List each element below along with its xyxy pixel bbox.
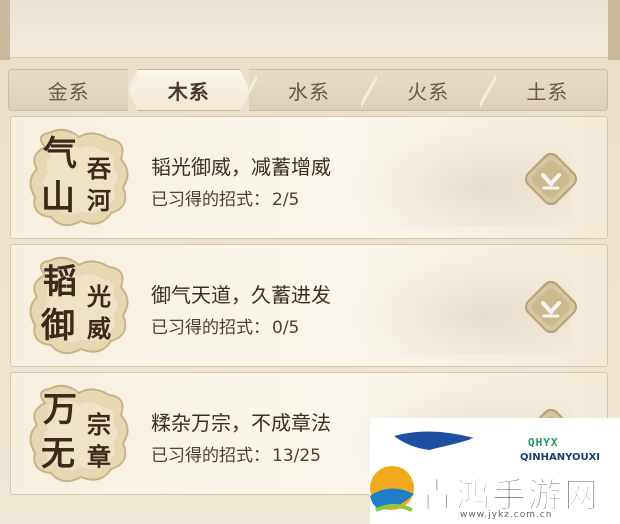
emblem-char: 御 bbox=[41, 306, 75, 346]
tab-earth[interactable]: 土系 bbox=[479, 69, 609, 112]
watermark-sub: QINHANYOUXI bbox=[520, 452, 601, 463]
progress-label: 已习得的招式： bbox=[151, 318, 270, 338]
tab-fire[interactable]: 火系 bbox=[360, 69, 488, 112]
panel-frame-left bbox=[0, 0, 10, 60]
skill-progress: 已习得的招式： 2/5 bbox=[151, 185, 299, 210]
emblem-char: 万 bbox=[43, 390, 77, 430]
emblem-char: 宗 bbox=[87, 410, 111, 439]
progress-value: 13/25 bbox=[272, 446, 321, 466]
tab-wood[interactable]: 木系 bbox=[128, 69, 250, 111]
expand-button[interactable] bbox=[519, 147, 583, 211]
skill-card[interactable]: 韬 御 光 威 御气天道，久蓄进发 已习得的招式： 0/5 bbox=[10, 244, 608, 367]
emblem-char: 气 bbox=[43, 134, 77, 174]
skill-progress: 已习得的招式： 13/25 bbox=[151, 441, 321, 466]
panel-header-band bbox=[10, 0, 608, 58]
emblem-char: 威 bbox=[87, 314, 111, 343]
emblem-char: 河 bbox=[87, 186, 111, 215]
progress-label: 已习得的招式： bbox=[151, 446, 270, 466]
progress-label: 已习得的招式： bbox=[151, 190, 270, 210]
emblem-char: 山 bbox=[41, 178, 75, 218]
tab-water[interactable]: 水系 bbox=[241, 69, 369, 112]
emblem-char: 光 bbox=[87, 282, 111, 311]
chevron-down-diamond-icon bbox=[525, 281, 577, 333]
chevron-down-diamond-icon bbox=[525, 153, 577, 205]
skill-title: 御气天道，久蓄进发 bbox=[151, 283, 331, 307]
progress-value: 2/5 bbox=[272, 190, 300, 210]
watermark: QHYX QINHANYOUXI 青鸿手游网 www.jykz.com.cn bbox=[370, 418, 620, 524]
panel-frame-right bbox=[608, 0, 620, 60]
cloud-badge-icon: 韬 御 光 威 bbox=[25, 255, 135, 359]
emblem-char: 无 bbox=[41, 434, 75, 474]
emblem-char: 韬 bbox=[43, 262, 77, 302]
cloud-badge-icon: 气 山 吞 河 bbox=[25, 127, 135, 231]
skill-title: 韬光御威，减蓄增威 bbox=[151, 155, 331, 179]
tab-metal[interactable]: 金系 bbox=[8, 69, 129, 111]
skill-progress: 已习得的招式： 0/5 bbox=[151, 313, 299, 338]
progress-value: 0/5 bbox=[272, 318, 300, 338]
emblem-char: 章 bbox=[87, 442, 111, 471]
emblem-char: 吞 bbox=[87, 154, 111, 183]
game-panel: 金系 木系 水系 火系 土系 气 山 吞 河 韬光御威，减蓄增威 已习得的招式：… bbox=[0, 0, 620, 524]
watermark-brand: QHYX bbox=[528, 436, 559, 449]
skill-card[interactable]: 气 山 吞 河 韬光御威，减蓄增威 已习得的招式： 2/5 bbox=[10, 116, 608, 239]
expand-button[interactable] bbox=[519, 275, 583, 339]
cloud-badge-icon: 万 无 宗 章 bbox=[25, 383, 135, 487]
element-tabs: 金系 木系 水系 火系 土系 bbox=[8, 68, 609, 112]
skill-title: 糅杂万宗，不成章法 bbox=[151, 411, 331, 435]
watermark-url: www.jykz.com.cn bbox=[460, 510, 553, 520]
